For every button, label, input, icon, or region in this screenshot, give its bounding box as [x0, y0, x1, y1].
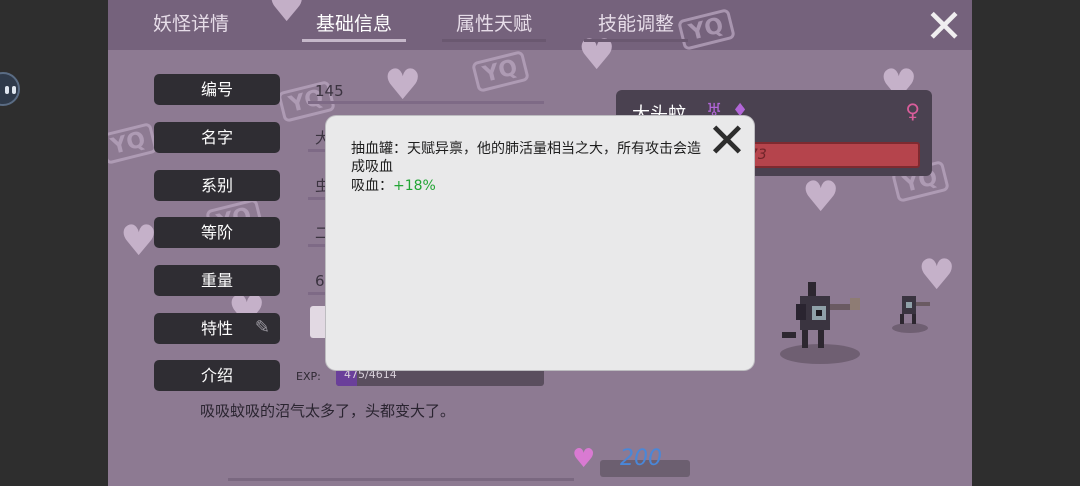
tab-label: 基础信息: [315, 13, 392, 35]
tab-label: 属性天赋: [455, 13, 532, 35]
stat-label: 吸血：: [351, 178, 393, 194]
trait-button[interactable]: 特性 ✎: [154, 313, 280, 344]
tab-underline: [584, 39, 688, 42]
close-popup-button[interactable]: ✕: [706, 117, 748, 165]
field-underline: [308, 101, 544, 104]
monster-description: 吸吸蚊吸的沼气太多了，头都变大了。: [200, 402, 456, 420]
number-value: 145: [315, 82, 344, 100]
bg-heart-icon: ♥: [384, 60, 422, 109]
trait-label: 特性: [200, 319, 233, 338]
monster-small-sprite: [892, 296, 930, 333]
heart-icon: ♥: [572, 444, 596, 474]
tab-underline: [442, 39, 546, 42]
label-weight: 重量: [154, 265, 280, 296]
label-name: 名字: [154, 122, 280, 153]
left-letterbox: [0, 0, 108, 486]
floating-assistant-icon[interactable]: [0, 72, 20, 106]
stamina-value: 200: [620, 446, 662, 471]
close-icon: ✕: [924, 0, 964, 53]
stat-value: +18%: [393, 178, 436, 194]
pencil-icon: ✎: [254, 317, 270, 338]
tab-skill-adjust[interactable]: 技能调整: [580, 10, 692, 44]
talent-description: 抽血罐：天赋异禀，他的肺活量相当之大，所有攻击会造成吸血: [351, 141, 701, 175]
tab-basic-info[interactable]: 基础信息: [298, 10, 410, 44]
bg-watermark: YQ: [471, 50, 530, 93]
label-intro: 介绍: [154, 360, 280, 391]
right-letterbox: [972, 0, 1080, 486]
label-rank: 等阶: [154, 217, 280, 248]
tab-attribute-talent[interactable]: 属性天赋: [438, 10, 550, 44]
bottom-divider: [228, 478, 574, 481]
active-tab-indicator: [302, 39, 406, 42]
talent-tooltip-popup: 抽血罐：天赋异禀，他的肺活量相当之大，所有攻击会造成吸血 吸血：+18% ✕: [326, 116, 754, 370]
tab-label: 妖怪详情: [152, 13, 229, 35]
label-series: 系别: [154, 170, 280, 201]
tab-monster-details[interactable]: 妖怪详情: [146, 10, 236, 44]
bg-watermark: YQ: [108, 122, 158, 165]
close-icon: ✕: [706, 113, 748, 169]
exp-label: EXP:: [296, 370, 321, 383]
tab-label: 技能调整: [597, 13, 674, 35]
label-number: 编号: [154, 74, 280, 105]
bg-heart-icon: ♥: [802, 172, 840, 221]
close-screen-button[interactable]: ✕: [922, 3, 966, 50]
bg-heart-icon: ♥: [120, 216, 158, 265]
monster-sprite: [780, 282, 860, 364]
talent-stat: 吸血：+18%: [351, 177, 436, 195]
female-icon: ♀: [905, 99, 920, 123]
